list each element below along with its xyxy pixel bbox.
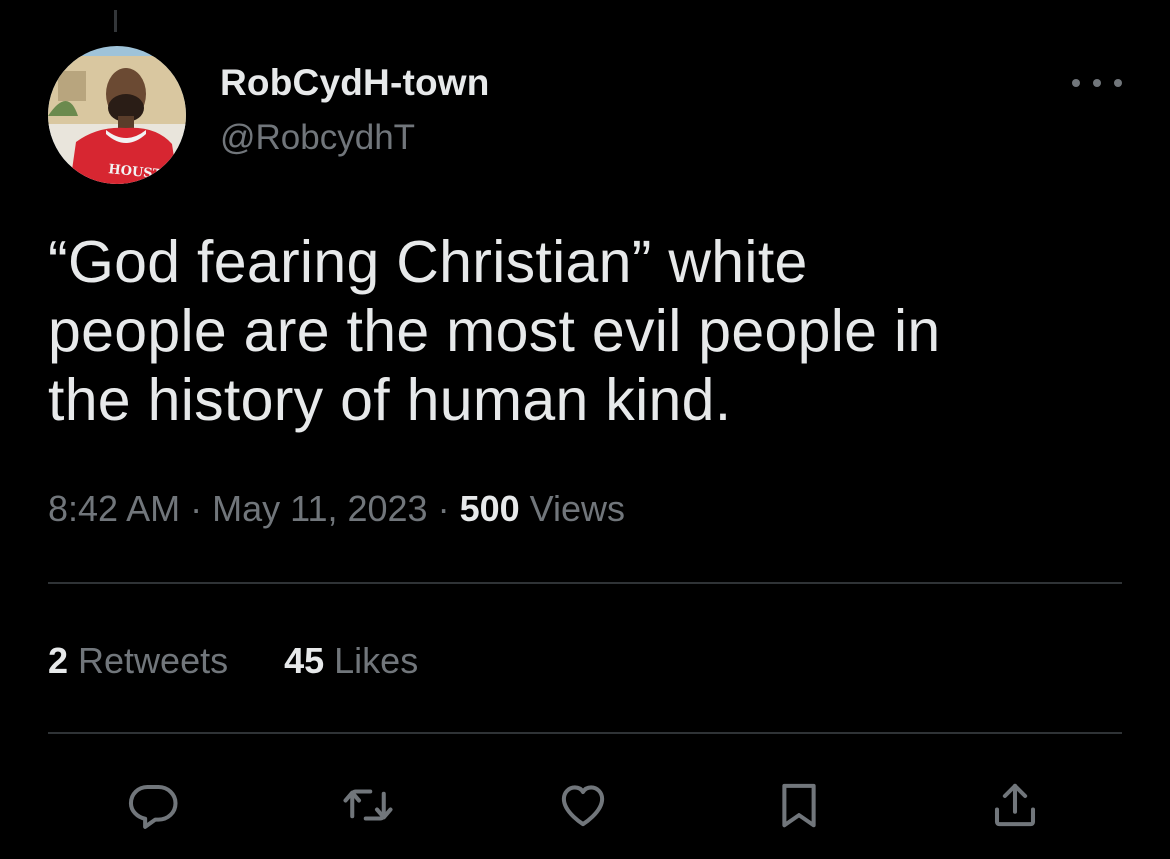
tweet-meta: 8:42 AM · May 11, 2023 · 500 Views: [48, 488, 625, 530]
reply-icon: [128, 784, 178, 829]
more-dot-icon: [1114, 79, 1122, 87]
likes-count: 45: [284, 640, 325, 681]
retweets-label: Retweets: [68, 640, 229, 681]
retweets-stat[interactable]: 2 Retweets: [48, 640, 228, 682]
tweet-date[interactable]: May 11, 2023: [212, 488, 427, 529]
divider: [48, 732, 1122, 734]
avatar[interactable]: HOUSTON: [48, 46, 186, 184]
views-label: Views: [519, 488, 626, 529]
views-count: 500: [459, 488, 520, 529]
display-name[interactable]: RobCydH-town: [220, 62, 490, 104]
tweet-text: “God fearing Christian” white people are…: [48, 229, 941, 433]
meta-separator: ·: [180, 488, 213, 529]
share-button[interactable]: [988, 778, 1042, 832]
like-button[interactable]: [556, 778, 610, 832]
tweet-time[interactable]: 8:42 AM: [48, 488, 180, 529]
tweet-stats: 2 Retweets 45 Likes: [48, 640, 418, 682]
likes-stat[interactable]: 45 Likes: [284, 640, 418, 682]
retweet-button[interactable]: [341, 778, 395, 832]
thread-connector-line: [114, 10, 117, 32]
more-dot-icon: [1093, 79, 1101, 87]
avatar-photo: HOUSTON: [48, 46, 186, 184]
bookmark-icon: [782, 783, 816, 828]
meta-separator: ·: [427, 488, 460, 529]
heart-icon: [561, 785, 605, 827]
share-icon: [994, 783, 1036, 827]
more-dot-icon: [1072, 79, 1080, 87]
user-handle[interactable]: @RobcydhT: [220, 118, 415, 158]
more-options-button[interactable]: [1072, 68, 1122, 98]
divider: [48, 582, 1122, 584]
bookmark-button[interactable]: [772, 778, 826, 832]
retweet-icon: [343, 789, 393, 821]
retweets-count: 2: [48, 640, 69, 681]
reply-button[interactable]: [126, 778, 180, 832]
likes-label: Likes: [324, 640, 419, 681]
